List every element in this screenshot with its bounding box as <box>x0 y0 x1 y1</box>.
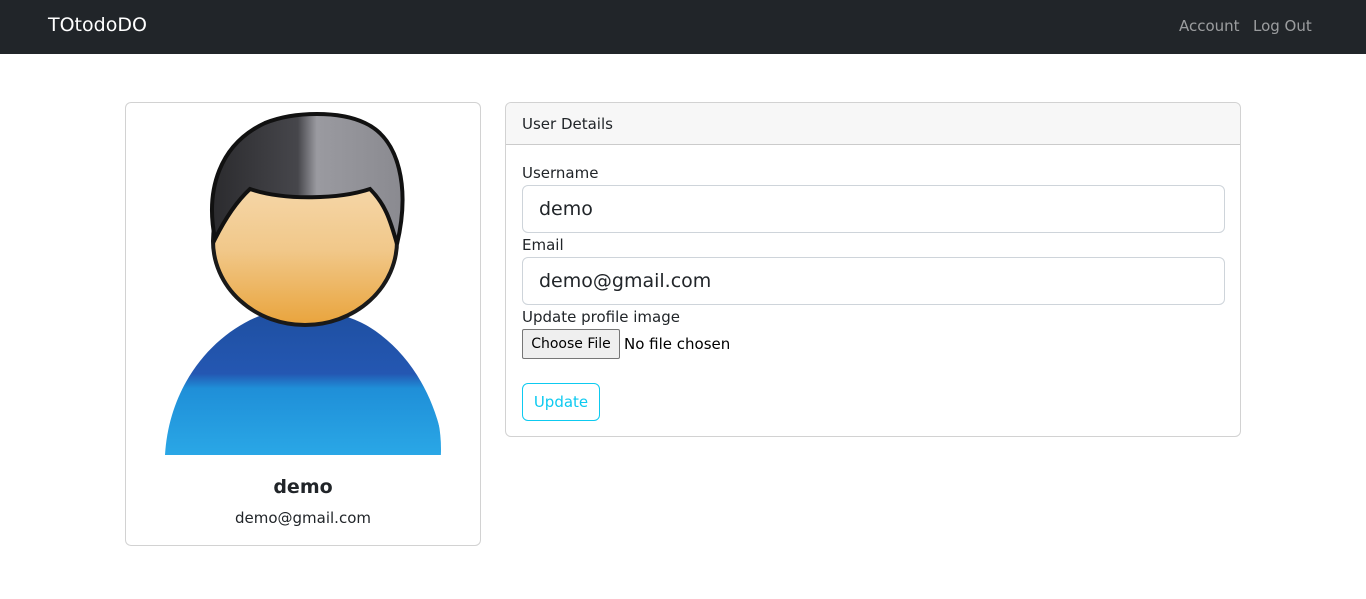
user-avatar-icon <box>165 109 445 455</box>
profile-card: demo demo@gmail.com <box>125 102 481 546</box>
email-label: Email <box>522 236 564 254</box>
profile-name: demo <box>273 476 333 498</box>
brand-link[interactable]: TOtodoDO <box>48 14 147 36</box>
choose-file-button[interactable]: Choose File <box>522 329 620 359</box>
email-input[interactable] <box>522 257 1225 305</box>
card-header: User Details <box>506 103 1240 145</box>
username-input[interactable] <box>522 185 1225 233</box>
profile-image-label: Update profile image <box>522 308 680 326</box>
nav-account-link[interactable]: Account <box>1179 17 1240 35</box>
profile-email: demo@gmail.com <box>234 509 371 527</box>
username-label: Username <box>522 164 599 182</box>
user-details-card: User Details Username Email Update profi… <box>505 102 1241 437</box>
card-header-title: User Details <box>522 115 613 133</box>
nav-logout-link[interactable]: Log Out <box>1253 17 1312 35</box>
navbar: TOtodoDO Account Log Out <box>0 0 1366 54</box>
update-button[interactable]: Update <box>522 383 600 421</box>
file-status-text: No file chosen <box>624 335 731 353</box>
